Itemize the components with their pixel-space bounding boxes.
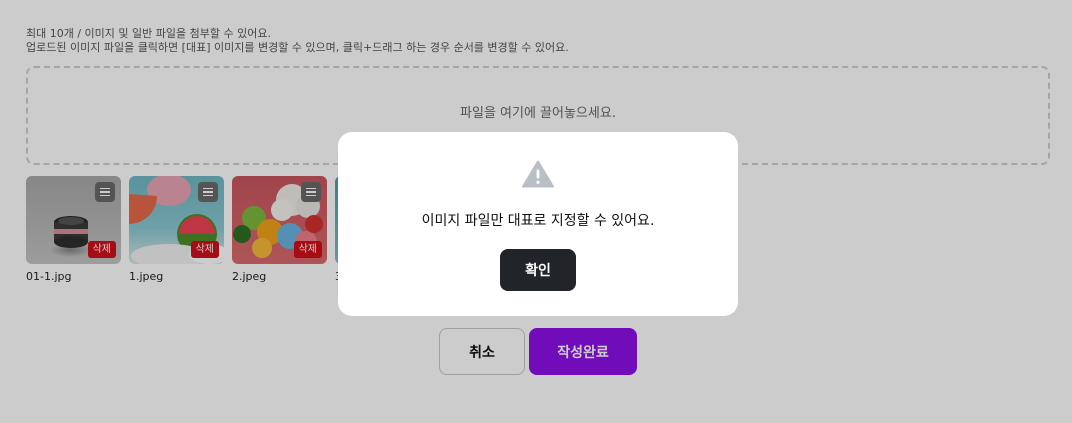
alert-dialog: 이미지 파일만 대표로 지정할 수 있어요. 확인: [338, 132, 738, 316]
confirm-button[interactable]: 확인: [500, 249, 576, 291]
alert-message: 이미지 파일만 대표로 지정할 수 있어요.: [421, 213, 655, 229]
warning-icon: [522, 160, 554, 188]
